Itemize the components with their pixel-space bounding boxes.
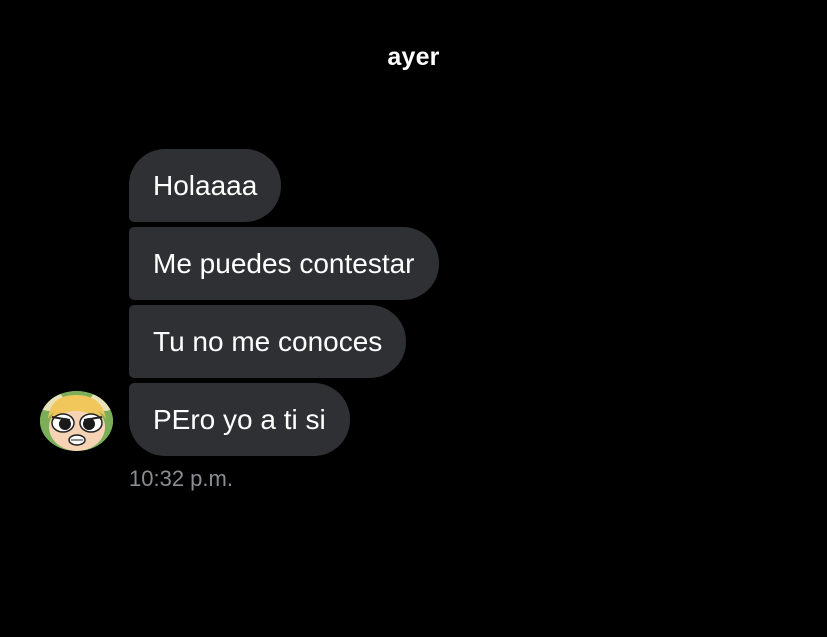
message-thread: Holaaaa Me puedes contestar Tu no me con… — [129, 149, 439, 456]
message-timestamp: 10:32 p.m. — [129, 466, 233, 491]
date-separator: ayer — [387, 43, 440, 71]
message-bubble[interactable]: PEro yo a ti si — [129, 383, 350, 456]
sender-avatar[interactable] — [40, 391, 113, 451]
message-bubble[interactable]: Tu no me conoces — [129, 305, 407, 378]
message-bubble[interactable]: Me puedes contestar — [129, 227, 439, 300]
message-bubble[interactable]: Holaaaa — [129, 149, 282, 222]
cartoon-girl-avatar-icon — [40, 391, 113, 451]
